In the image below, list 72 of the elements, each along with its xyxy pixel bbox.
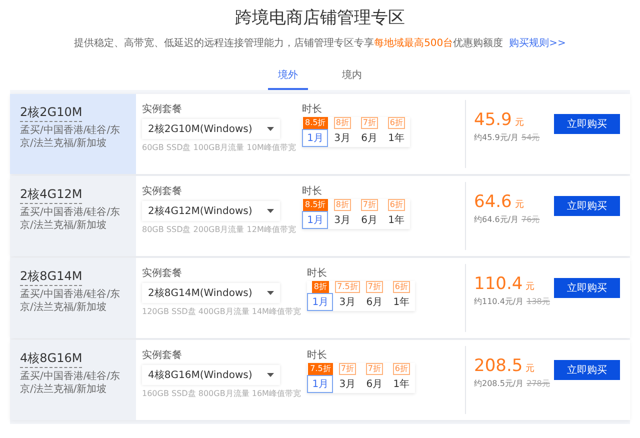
price-amount: 45.9 <box>474 110 512 130</box>
discount-badge: 6折 <box>388 117 405 129</box>
package-label: 实例套餐 <box>142 102 183 116</box>
caret-icon <box>267 209 274 213</box>
package-select[interactable]: 4核8G16M(Windows) <box>142 365 280 385</box>
price-currency: 元 <box>526 281 535 293</box>
plan-name: 2核2G10M <box>20 104 82 122</box>
duration-label: 时长 <box>302 184 323 198</box>
price-amount: 110.4 <box>474 274 523 294</box>
duration-label: 时长 <box>302 102 323 116</box>
discount-badge: 6折 <box>392 281 410 293</box>
discount-badge: 7折 <box>360 117 378 129</box>
package-specs: 60GB SSD盘 100GB月流量 10M峰值带宽 <box>142 142 296 153</box>
discount-badge: 6折 <box>392 363 410 375</box>
original-price: 76元 <box>522 214 540 225</box>
price-amount: 64.6 <box>474 192 512 212</box>
duration-option[interactable]: 1月 <box>307 293 334 311</box>
plan-name: 4核8G16M <box>20 350 82 368</box>
price-currency: 元 <box>514 117 524 129</box>
monthly-price: 约45.9元/月 <box>474 132 519 143</box>
package-select[interactable]: 2核2G10M(Windows) <box>142 119 280 139</box>
discount-badge: 8.5折 <box>302 199 328 211</box>
duration-label: 时长 <box>306 266 328 280</box>
package-label: 实例套餐 <box>142 266 183 280</box>
plan-regions: 孟买/中国香港/硅谷/东京/法兰克福/新加坡 <box>20 125 122 150</box>
page-title: 跨境电商店铺管理专区 <box>235 7 405 29</box>
original-price: 54元 <box>522 132 540 143</box>
original-price: 138元 <box>526 296 550 307</box>
discount-badge: 8折 <box>334 117 351 129</box>
buy-button[interactable]: 立即购买 <box>554 196 620 216</box>
package-specs: 120GB SSD盘 400GB月流量 14M峰值带宽 <box>142 306 301 317</box>
monthly-price: 约110.4元/月 <box>474 296 524 307</box>
caret-icon <box>267 127 274 131</box>
discount-badge: 7折 <box>360 199 378 211</box>
package-label: 实例套餐 <box>142 348 183 362</box>
package-label: 实例套餐 <box>142 184 183 198</box>
package-specs: 160GB SSD盘 800GB月流量 16M峰值带宽 <box>142 388 301 399</box>
rules-link[interactable]: 购买规则>> <box>509 36 566 50</box>
duration-label: 时长 <box>306 348 328 362</box>
discount-badge: 7.5折 <box>308 363 333 375</box>
price-amount: 208.5 <box>474 356 523 376</box>
package-specs: 80GB SSD盘 200GB月流量 12M峰值带宽 <box>142 224 296 235</box>
original-price: 278元 <box>526 378 550 389</box>
plan-regions: 孟买/中国香港/硅谷/东京/法兰克福/新加坡 <box>20 289 122 314</box>
discount-badge: 8折 <box>312 281 329 293</box>
plan-regions: 孟买/中国香港/硅谷/东京/法兰克福/新加坡 <box>20 207 122 232</box>
price-currency: 元 <box>514 199 524 211</box>
discount-badge: 7.5折 <box>335 281 360 293</box>
plan-name: 2核4G12M <box>20 186 82 204</box>
duration-option[interactable]: 1月 <box>302 211 328 229</box>
price-currency: 元 <box>526 363 535 375</box>
package-select[interactable]: 2核8G14M(Windows) <box>142 283 280 303</box>
region-tab[interactable]: 境内 <box>332 64 372 90</box>
buy-button[interactable]: 立即购买 <box>554 360 620 380</box>
intro-text: 提供稳定、高带宽、低延迟的远程连接管理能力，店铺管理专区专享每地域最高500台优惠购额度 <box>74 36 504 50</box>
monthly-price: 约208.5元/月 <box>474 378 524 389</box>
package-select[interactable]: 2核4G12M(Windows) <box>142 201 280 221</box>
discount-badge: 7折 <box>366 281 383 293</box>
discount-badge: 8折 <box>334 199 351 211</box>
discount-badge: 8.5折 <box>302 117 328 129</box>
discount-badge: 6折 <box>388 199 405 211</box>
plan-regions: 孟买/中国香港/硅谷/东京/法兰克福/新加坡 <box>20 371 122 396</box>
caret-icon <box>267 291 274 295</box>
caret-icon <box>267 373 274 377</box>
buy-button[interactable]: 立即购买 <box>554 114 620 134</box>
buy-button[interactable]: 立即购买 <box>554 278 620 298</box>
discount-badge: 7折 <box>366 363 383 375</box>
discount-badge: 7折 <box>338 363 356 375</box>
duration-option[interactable]: 1月 <box>307 375 334 393</box>
plan-name: 2核8G14M <box>20 268 82 286</box>
duration-option[interactable]: 1月 <box>302 129 328 147</box>
monthly-price: 约64.6元/月 <box>474 214 519 225</box>
